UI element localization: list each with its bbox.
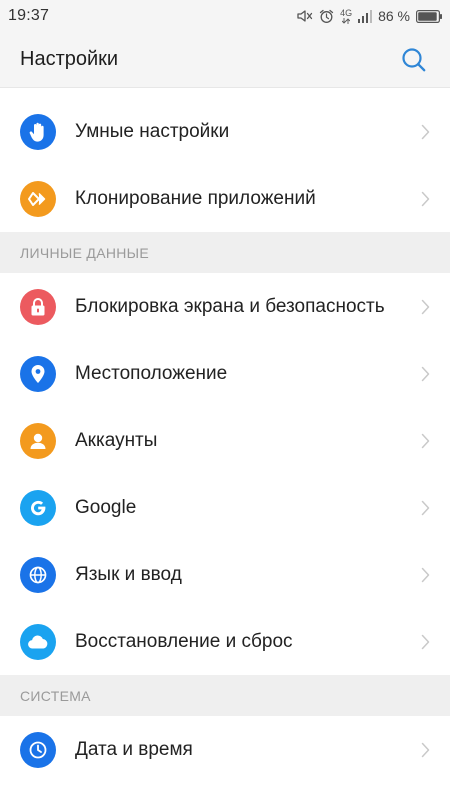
mute-icon [297, 9, 313, 23]
settings-item-label: Блокировка экрана и безопасность [75, 295, 385, 317]
signal-icon [358, 9, 373, 23]
location-pin-icon [20, 355, 56, 392]
person-icon [20, 422, 56, 459]
alarm-icon [319, 9, 334, 24]
cloud-icon [20, 623, 56, 660]
settings-item-backup-reset[interactable]: Восстановление и сброс [0, 608, 450, 675]
hand-icon [20, 113, 56, 150]
status-bar: 19:37 4G 86 % [0, 0, 450, 32]
chevron-right-icon [418, 297, 432, 317]
settings-item-label: Местоположение [75, 362, 228, 384]
chevron-right-icon [418, 565, 432, 585]
settings-item-date-time[interactable]: Дата и время [0, 716, 450, 783]
settings-item-language-input[interactable]: Язык и ввод [0, 541, 450, 608]
battery-icon [416, 9, 442, 23]
settings-item-label: Восстановление и сброс [75, 630, 293, 652]
chevron-right-icon [418, 122, 432, 142]
app-header: Настройки [0, 32, 450, 88]
lock-icon [20, 288, 56, 325]
battery-percent: 86 % [378, 8, 410, 24]
chevron-right-icon [418, 189, 432, 209]
settings-item-screen-lock-security[interactable]: Блокировка экрана и безопасность [0, 273, 450, 340]
chevron-right-icon [418, 431, 432, 451]
status-time: 19:37 [8, 7, 50, 24]
settings-item-smart-settings[interactable]: Умные настройки [0, 98, 450, 165]
settings-item-label: Клонирование приложений [75, 187, 316, 209]
network-type: 4G [340, 7, 353, 18]
settings-item-google[interactable]: Google [0, 474, 450, 541]
settings-list: Умные настройки Клонирование приложений … [0, 88, 450, 783]
chevron-right-icon [418, 632, 432, 652]
settings-item-label: Язык и ввод [75, 563, 182, 585]
settings-item-location[interactable]: Местоположение [0, 340, 450, 407]
search-button[interactable] [396, 42, 432, 78]
page-title: Настройки [20, 48, 119, 70]
globe-icon [20, 556, 56, 593]
settings-item-label: Google [75, 496, 137, 518]
settings-item-app-cloning[interactable]: Клонирование приложений [0, 165, 450, 232]
chevron-right-icon [418, 740, 432, 760]
settings-item-label: Умные настройки [75, 120, 230, 142]
section-header-system: СИСТЕМА [0, 675, 450, 716]
chevron-right-icon [418, 498, 432, 518]
status-icons: 4G 86 % [297, 8, 442, 24]
chevron-right-icon [418, 364, 432, 384]
search-icon [402, 47, 426, 71]
settings-item-accounts[interactable]: Аккаунты [0, 407, 450, 474]
google-g-icon [20, 489, 56, 526]
settings-item-label: Дата и время [75, 738, 193, 760]
clone-icon [20, 180, 56, 217]
network-4g-icon: 4G [340, 7, 353, 24]
clock-icon [20, 731, 56, 768]
settings-item-label: Аккаунты [75, 429, 158, 451]
section-header-personal-data: ЛИЧНЫЕ ДАННЫЕ [0, 232, 450, 273]
